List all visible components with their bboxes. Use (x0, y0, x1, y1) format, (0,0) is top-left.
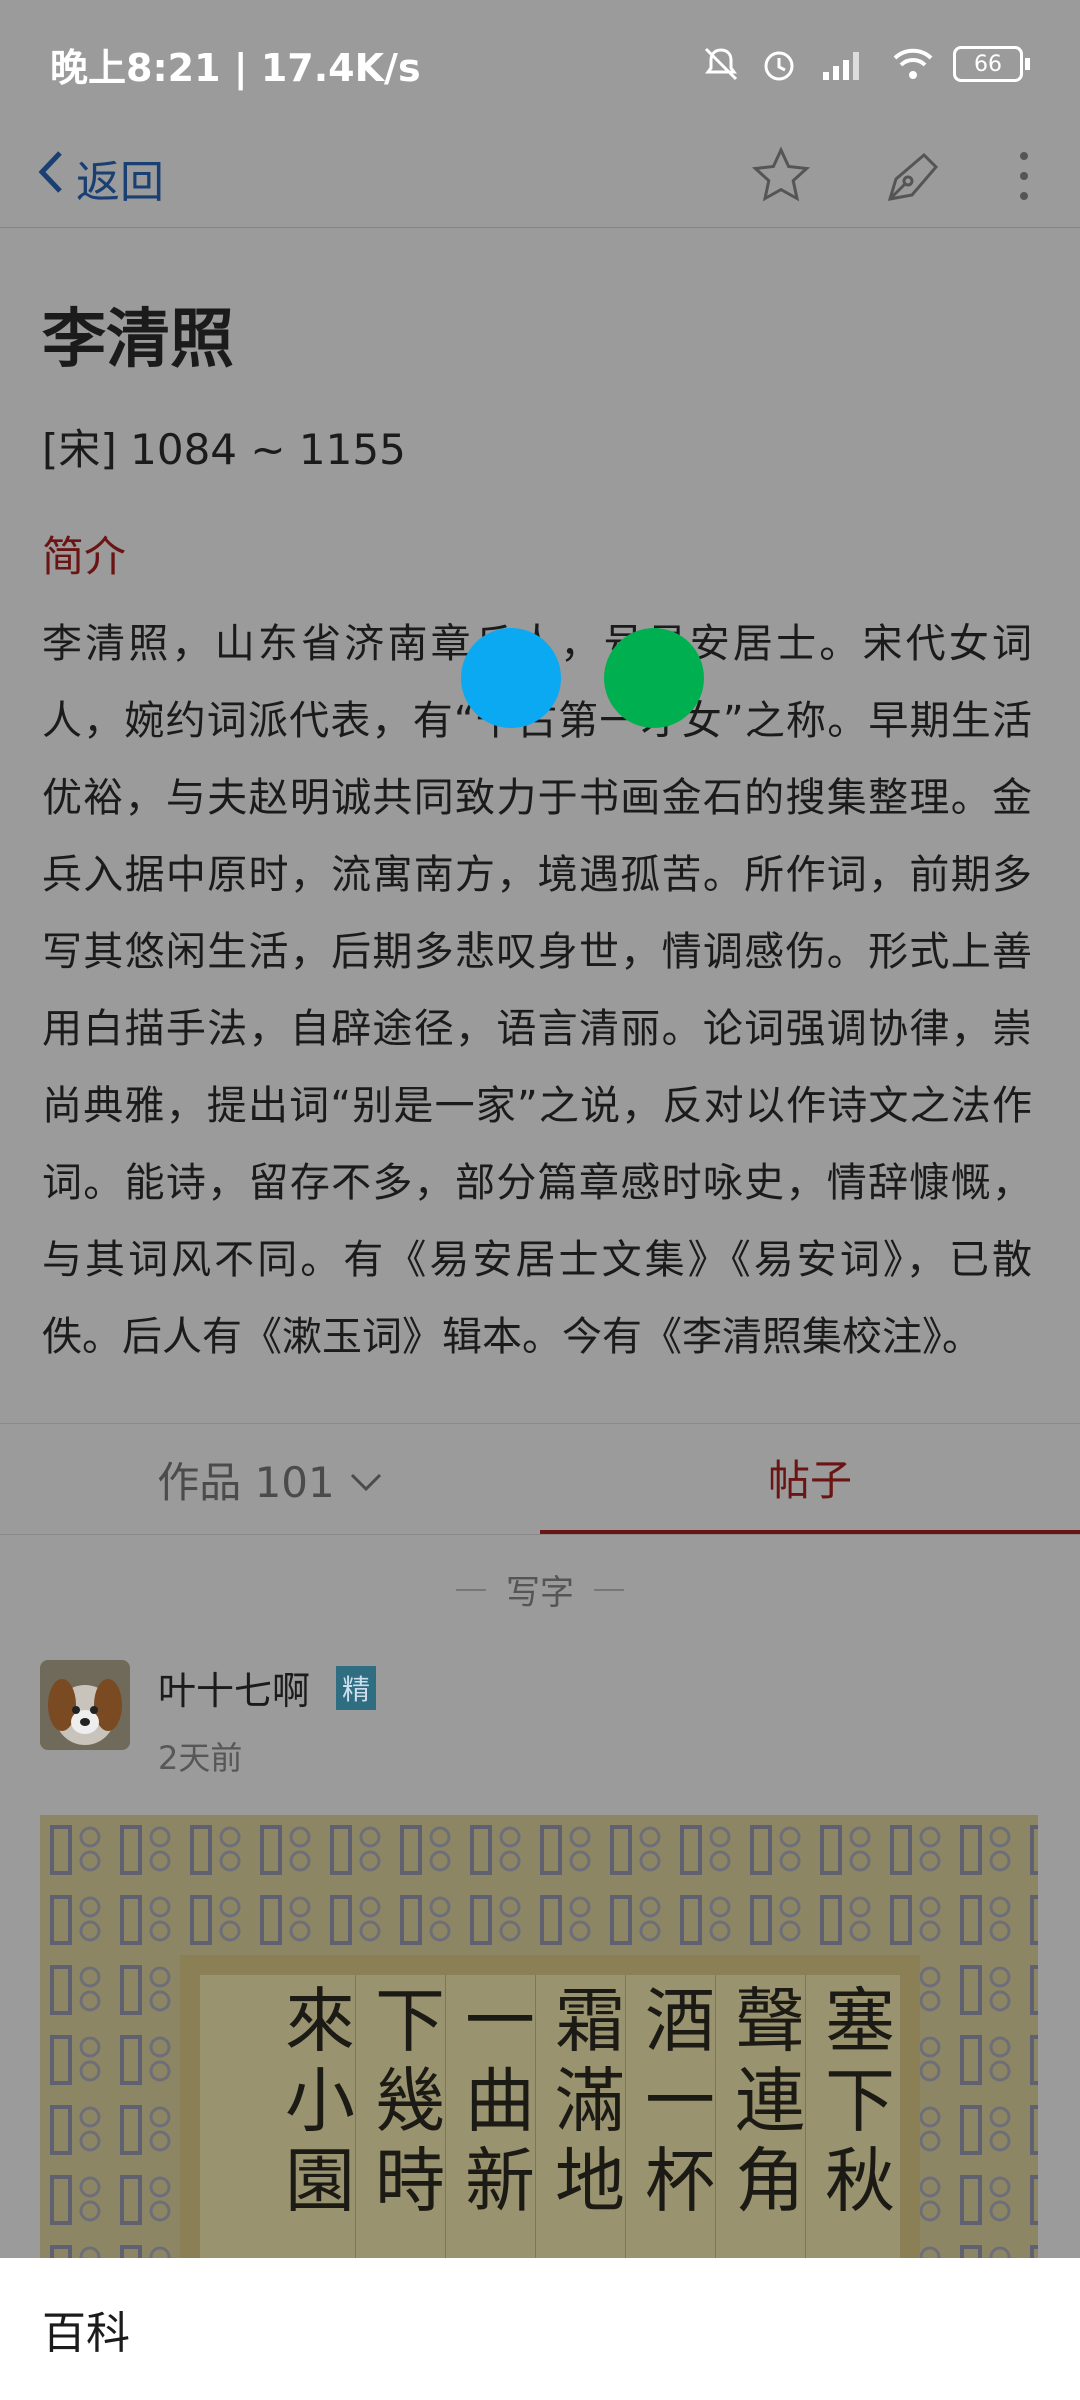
calligraphy-char: 小 (285, 2060, 355, 2142)
poet-intro: 李清照，山东省济南章丘人，号易安居士。宋代女词人，婉约词派代表，有“千古第一才女… (42, 621, 1032, 1360)
hd-signal-icon (817, 44, 873, 84)
tab-posts-label: 帖子 (767, 1455, 852, 1505)
calligraphy-char: 下 (375, 1980, 445, 2062)
tab-posts[interactable]: 帖子 (540, 1424, 1080, 1534)
calligraphy-char: 霜 (555, 1980, 625, 2062)
back-button[interactable]: 返回 (36, 146, 164, 210)
poet-info: 李清照 [宋] 1084 ~ 1155 简介 李清照，山东省济南章丘人，号易安居… (42, 300, 1042, 1376)
category-divider: 写字 (0, 1565, 1080, 1614)
featured-badge: 精 (336, 1665, 377, 1710)
post-image[interactable]: 塞下秋聲連角酒一杯霜滿地一曲新下幾時來小園 (40, 1815, 1038, 2260)
calligraphy-image: 塞下秋聲連角酒一杯霜滿地一曲新下幾時來小園 (40, 1815, 1038, 2260)
calligraphy-char: 塞 (825, 1980, 895, 2062)
calligraphy-char: 酒 (645, 1980, 715, 2062)
bottom-sheet[interactable]: 百科 (0, 2258, 1080, 2400)
chevron-left-icon (36, 149, 66, 206)
chevron-down-icon (349, 1455, 383, 1504)
calligraphy-char: 角 (735, 2140, 805, 2222)
touch-indicator-green (604, 628, 704, 728)
calligraphy-char: 地 (555, 2140, 625, 2222)
calligraphy-char: 園 (285, 2140, 355, 2222)
calligraphy-char: 下 (825, 2060, 895, 2142)
calligraphy-char: 新 (465, 2140, 535, 2222)
calligraphy-char: 曲 (465, 2060, 535, 2142)
tab-works[interactable]: 作品 101 (0, 1424, 540, 1534)
calligraphy-char: 一 (645, 2060, 715, 2142)
calligraphy-char: 來 (285, 1980, 355, 2062)
alarm-icon (759, 44, 799, 84)
calligraphy-char: 連 (735, 2060, 805, 2142)
calligraphy-char: 杯 (645, 2140, 715, 2222)
poet-dates: [宋] 1084 ~ 1155 (42, 425, 406, 474)
category-label: 写字 (506, 1573, 574, 1613)
status-icons: 66 (701, 44, 1030, 84)
avatar[interactable] (40, 1660, 130, 1750)
bottom-sheet-label: 百科 (42, 2308, 130, 2359)
pen-icon[interactable] (882, 145, 944, 211)
back-label: 返回 (76, 156, 164, 208)
star-icon[interactable] (750, 145, 812, 211)
divider-line (594, 1588, 624, 1591)
calligraphy-char: 時 (375, 2140, 445, 2222)
calligraphy-char: 聲 (735, 1980, 805, 2062)
nav-bar: 返回 (0, 128, 1080, 228)
post-user-name[interactable]: 叶十七啊 (158, 1660, 310, 1715)
calligraphy-char: 滿 (555, 2060, 625, 2142)
post-user-info: 叶十七啊 精 2天前 (158, 1660, 377, 1779)
tab-works-label: 作品 101 (157, 1457, 335, 1507)
status-bar: 晚上8:21 | 17.4K/s 66 (0, 0, 1080, 128)
mute-icon (701, 44, 741, 84)
touch-indicator-blue (461, 628, 561, 728)
wifi-icon (891, 44, 935, 84)
poet-name: 李清照 (42, 303, 234, 377)
post-time: 2天前 (158, 1739, 243, 1777)
status-time-speed: 晚上8:21 | 17.4K/s (50, 45, 421, 90)
post-header[interactable]: 叶十七啊 精 2天前 (40, 1660, 377, 1779)
tab-bar: 作品 101 帖子 (0, 1423, 1080, 1535)
battery-icon: 66 (953, 46, 1030, 82)
calligraphy-char: 幾 (375, 2060, 445, 2142)
battery-level: 66 (953, 46, 1023, 82)
divider-line (456, 1588, 486, 1591)
calligraphy-char: 秋 (825, 2140, 895, 2222)
calligraphy-char: 一 (465, 1980, 535, 2062)
more-vertical-icon[interactable] (1014, 148, 1034, 208)
intro-section-label: 简介 (42, 532, 127, 581)
